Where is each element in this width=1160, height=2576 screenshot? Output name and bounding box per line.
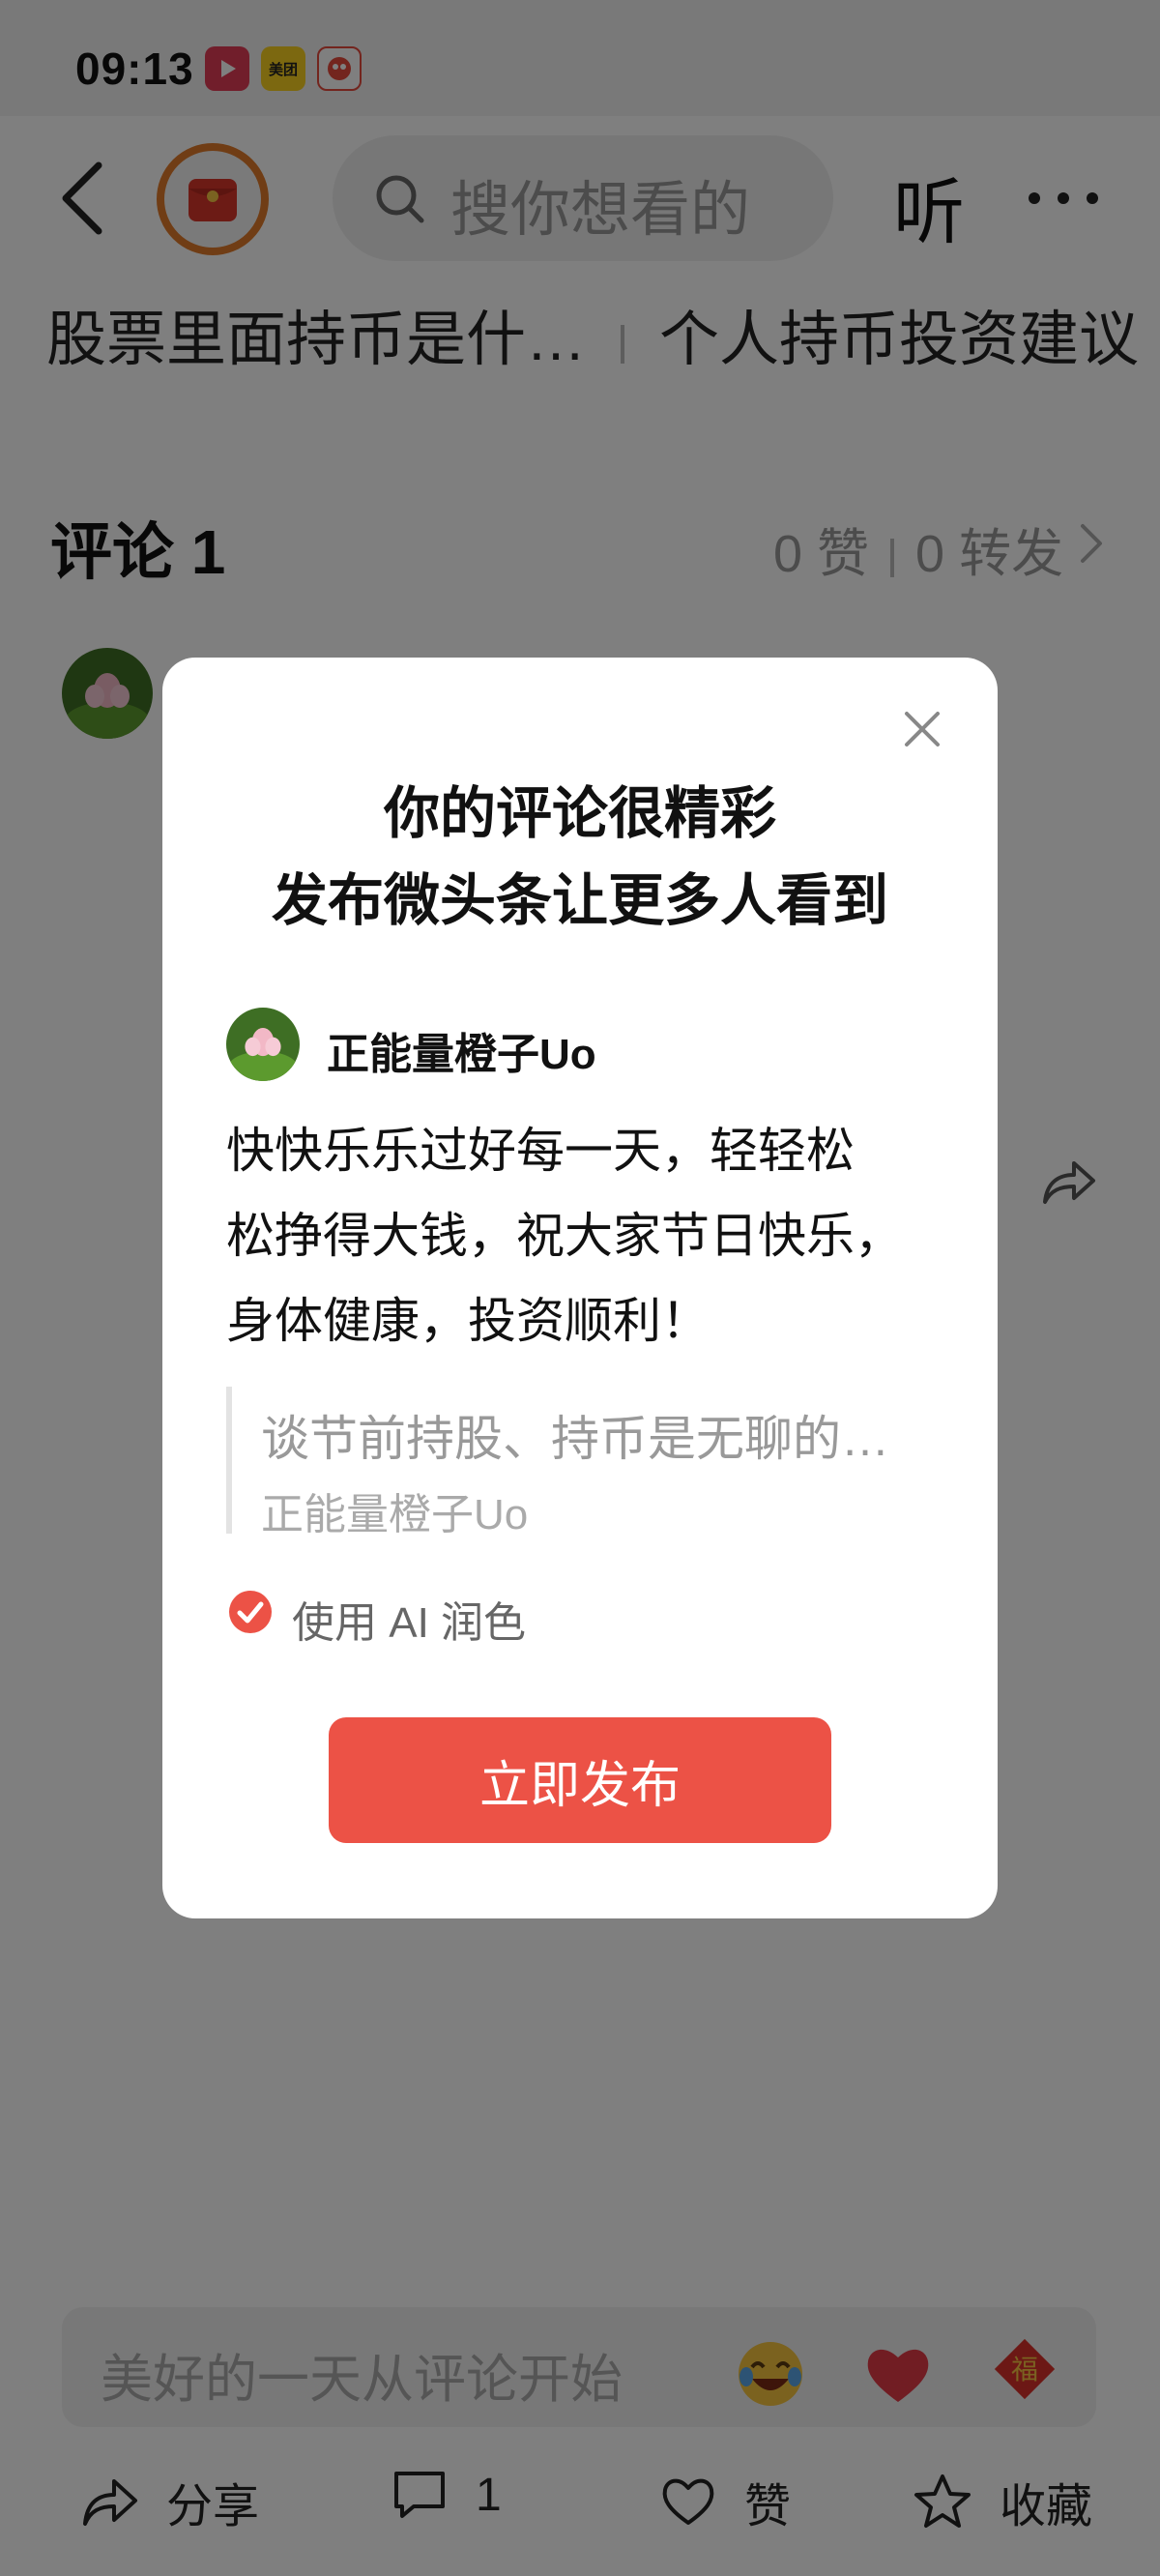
username: 正能量橙子Uo	[327, 1031, 596, 1078]
quoted-article-title: 谈节前持股、持币是无聊的…	[261, 1412, 889, 1466]
close-icon[interactable]	[903, 710, 942, 748]
post-line: 松挣得大钱，祝大家节日快乐，	[226, 1209, 903, 1263]
quote-bar	[226, 1387, 232, 1534]
dialog-subtitle: 发布微头条让更多人看到	[271, 869, 888, 932]
post-content: 快快乐乐过好每一天，轻轻松 松挣得大钱，祝大家节日快乐， 身体健康，投资顺利！	[226, 1108, 961, 1363]
ai-polish-label[interactable]: 使用 AI 润色	[292, 1588, 526, 1650]
checkbox-checked-icon[interactable]	[228, 1590, 273, 1634]
post-line: 身体健康，投资顺利！	[226, 1294, 710, 1348]
lotus-avatar-icon	[226, 1008, 300, 1081]
post-line: 快快乐乐过好每一天，轻轻松	[226, 1124, 855, 1178]
dialog-title: 你的评论很精彩	[383, 782, 776, 845]
quoted-article-author: 正能量橙子Uo	[261, 1491, 529, 1538]
user-avatar	[226, 1008, 300, 1081]
publish-now-button[interactable]: 立即发布	[329, 1717, 831, 1843]
